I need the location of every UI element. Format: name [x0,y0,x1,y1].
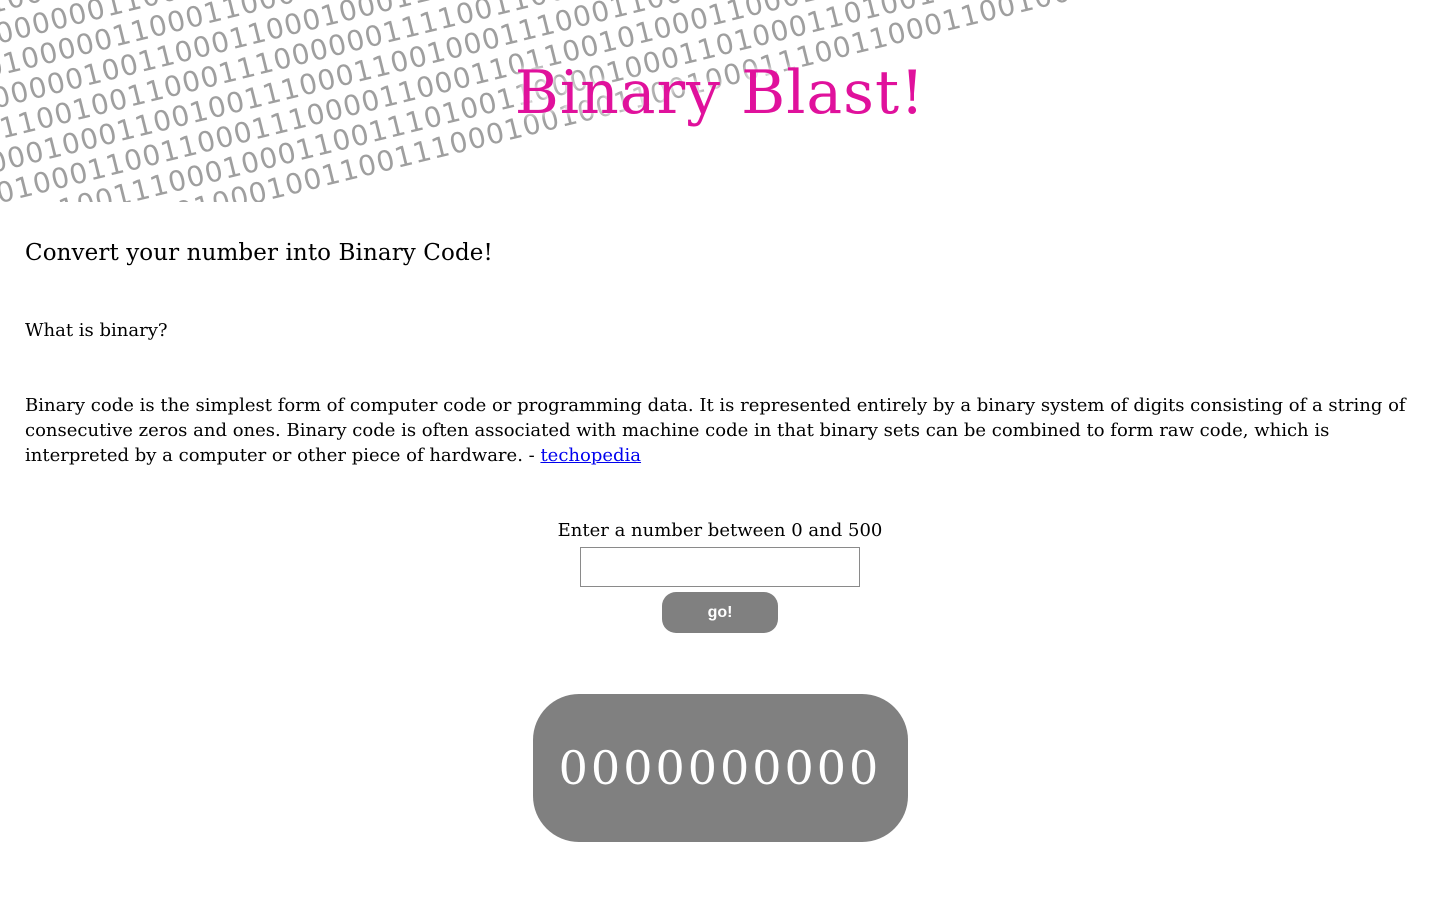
techopedia-link[interactable]: techopedia [540,445,641,466]
header-banner: 1100111001001011100100110010001110010011… [0,0,1440,202]
number-input-label: Enter a number between 0 and 500 [557,520,883,541]
description-text: Binary code is the simplest form of comp… [25,395,1406,466]
number-input[interactable] [580,547,860,587]
binary-description: Binary code is the simplest form of comp… [25,393,1415,468]
headline: Convert your number into Binary Code! [25,240,493,266]
converter-form: Enter a number between 0 and 500 go! [25,520,1415,633]
binary-result-display: 0000000000 [532,694,908,842]
question-heading: What is binary? [25,320,168,341]
main-content: Convert your number into Binary Code! Wh… [0,240,1440,842]
page-title: Binary Blast! [514,58,926,128]
go-button[interactable]: go! [662,592,778,633]
